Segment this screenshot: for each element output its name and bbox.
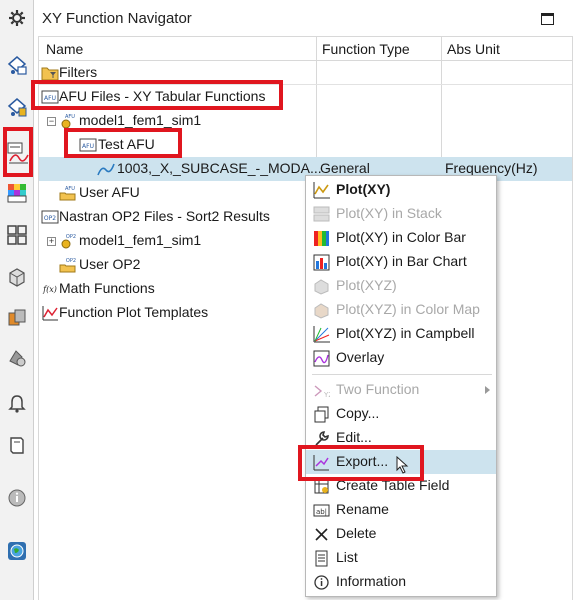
info-circle-icon[interactable] (4, 485, 30, 511)
column-name[interactable]: Name (46, 41, 83, 57)
svg-text:AFU: AFU (65, 114, 75, 120)
fx-icon: f(x) (41, 281, 59, 300)
menu-label: List (336, 549, 358, 565)
overlay-icon (313, 350, 330, 367)
menu-item-overlay[interactable]: Overlay (306, 346, 496, 370)
menu-item-copy[interactable]: Copy... (306, 402, 496, 426)
menu-label: Delete (336, 525, 377, 541)
column-function-type[interactable]: Function Type (322, 41, 410, 57)
menu-item-rename[interactable]: ab| Rename (306, 498, 496, 522)
part-navigator-icon[interactable] (4, 52, 30, 78)
menu-item-plot-xyz-color-map[interactable]: Plot(XYZ) in Color Map (306, 298, 496, 322)
column-abs-unit[interactable]: Abs Unit (447, 41, 500, 57)
plot-xy-icon (313, 182, 330, 199)
tree-label: Function Plot Templates (59, 304, 209, 320)
collapse-toggle[interactable]: − (47, 117, 56, 126)
menu-item-plot-xyz[interactable]: Plot(XYZ) (306, 274, 496, 298)
book-icon[interactable] (4, 432, 30, 458)
bell-icon[interactable] (4, 390, 30, 416)
rename-icon: ab| (313, 502, 330, 519)
menu-item-information[interactable]: Information (306, 570, 496, 594)
delete-icon (313, 526, 330, 543)
svg-text:ab|: ab| (316, 508, 327, 516)
maximize-icon[interactable] (541, 13, 554, 25)
color-map-icon (313, 302, 330, 319)
roles-icon[interactable] (4, 345, 30, 371)
svg-text:f(x): f(x) (42, 285, 57, 294)
abs-unit-value: Frequency(Hz) (445, 160, 538, 176)
tree-label: Math Functions (59, 280, 155, 296)
menu-item-plot-xy[interactable]: Plot(XY) (306, 178, 496, 202)
tree-label: User OP2 (79, 256, 141, 272)
tree-label: Nastran OP2 Files - Sort2 Results (59, 208, 270, 224)
svg-text:OP2: OP2 (44, 215, 56, 222)
cube-icon[interactable] (4, 264, 30, 290)
function-type-value: General (320, 160, 370, 176)
menu-item-delete[interactable]: Delete (306, 522, 496, 546)
menu-label: Overlay (336, 349, 385, 365)
tree-label: model1_fem1_sim1 (79, 112, 202, 128)
tree-label: model1_fem1_sim1 (79, 232, 202, 248)
globe-icon[interactable] (4, 538, 30, 564)
menu-item-plot-xy-color-bar[interactable]: Plot(XY) in Color Bar (306, 226, 496, 250)
context-menu: Plot(XY) Plot(XY) in Stack Plot(XY) in C… (305, 175, 497, 597)
tree-label: Filters (59, 64, 98, 80)
menu-label: Plot(XY) in Color Bar (336, 229, 466, 245)
menu-label: Rename (336, 501, 389, 517)
assembly-icon[interactable] (4, 305, 30, 331)
menu-label: Plot(XYZ) in Campbell (336, 325, 475, 341)
menu-label: Plot(XY) (336, 181, 391, 197)
menu-label: Edit... (336, 429, 372, 445)
color-grid-icon[interactable] (4, 180, 30, 206)
campbell-icon (313, 326, 330, 343)
menu-label: Information (336, 573, 407, 589)
op2-folder-icon: OP2 (59, 257, 77, 276)
menu-label: Plot(XYZ) in Color Map (336, 301, 480, 317)
submenu-arrow-icon (485, 386, 490, 394)
resource-highlight-box (3, 127, 33, 177)
svg-text:AFU: AFU (65, 186, 75, 192)
navigator-title: XY Function Navigator (42, 10, 192, 27)
curve-icon (97, 161, 115, 180)
color-bar-icon (313, 230, 330, 247)
menu-label: Two Function (336, 381, 420, 397)
svg-text:OP2: OP2 (66, 234, 76, 240)
menu-label: Plot(XY) in Stack (336, 205, 442, 221)
op2-icon: OP2 (41, 209, 59, 228)
afu-files-highlight-box (31, 80, 283, 110)
svg-text:Y2: Y2 (323, 391, 330, 399)
template-icon (41, 305, 59, 324)
menu-item-plot-xyz-campbell[interactable]: Plot(XYZ) in Campbell (306, 322, 496, 346)
copy-icon (313, 406, 330, 423)
menu-label: Copy... (336, 405, 380, 421)
menu-item-plot-xy-bar-chart[interactable]: Plot(XY) in Bar Chart (306, 250, 496, 274)
test-afu-highlight-box (64, 128, 182, 158)
resource-bar (0, 0, 34, 600)
table-header: Name Function Type Abs Unit (39, 37, 572, 61)
export-highlight-box (298, 445, 424, 481)
bar-chart-icon (313, 254, 330, 271)
layout-grid-icon[interactable] (4, 222, 30, 248)
menu-item-plot-xy-stack[interactable]: Plot(XY) in Stack (306, 202, 496, 226)
menu-item-two-function[interactable]: Y2 Two Function (306, 378, 496, 402)
two-function-icon: Y2 (313, 382, 333, 399)
tree-label: 1003,_X,_SUBCASE_-_MODA... (117, 160, 322, 176)
gear-icon[interactable] (4, 5, 30, 31)
menu-item-list[interactable]: List (306, 546, 496, 570)
info-icon (313, 574, 330, 591)
plot-xyz-icon (313, 278, 330, 295)
menu-label: Plot(XY) in Bar Chart (336, 253, 467, 269)
op2-file-icon: OP2 (59, 233, 77, 252)
expand-toggle[interactable]: + (47, 237, 56, 246)
svg-text:OP2: OP2 (66, 258, 76, 264)
stack-icon (313, 206, 330, 223)
menu-label: Plot(XYZ) (336, 277, 397, 293)
afu-folder-icon: AFU (59, 185, 77, 204)
simulation-navigator-icon[interactable] (4, 94, 30, 120)
tree-label: User AFU (79, 184, 140, 200)
list-icon (313, 550, 330, 567)
